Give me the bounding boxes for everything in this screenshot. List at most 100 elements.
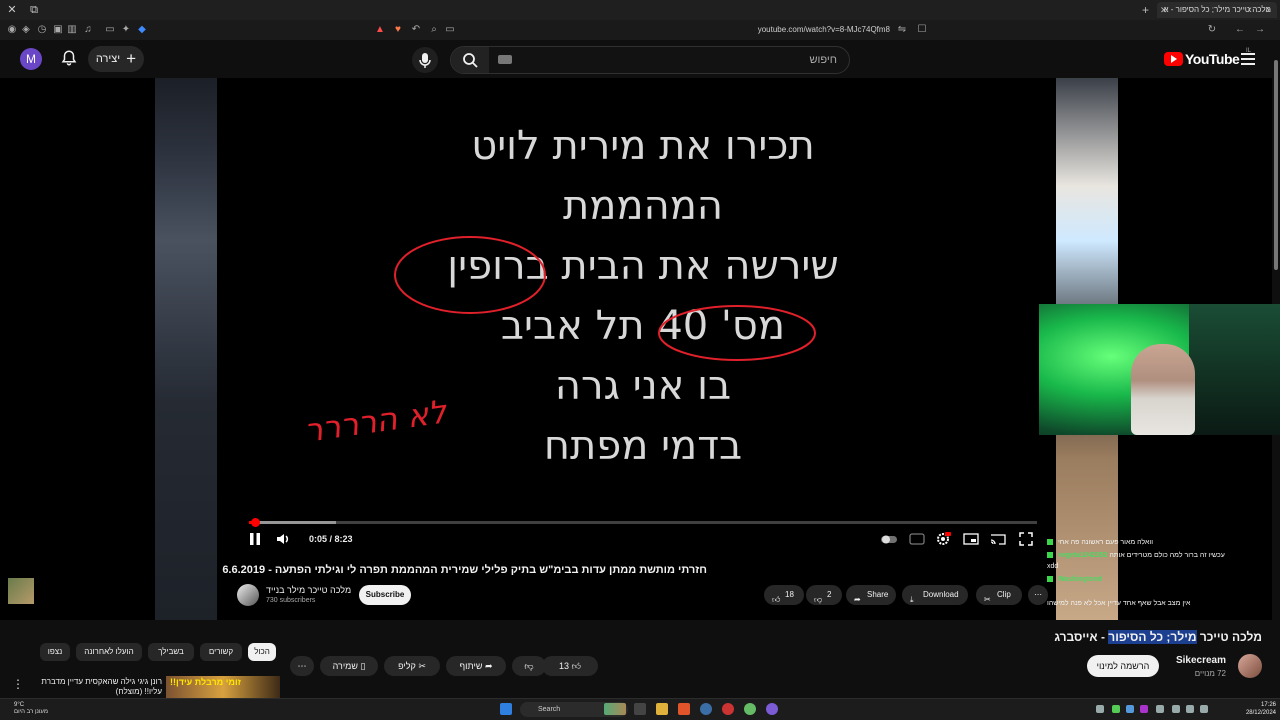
like-button[interactable]: 13 👍︎ bbox=[542, 656, 598, 676]
bookmark-icon: ▯ bbox=[360, 661, 366, 671]
notifications-bell-icon[interactable] bbox=[60, 49, 78, 67]
window-control-icon[interactable]: › bbox=[1260, 2, 1276, 18]
chip-recently-uploaded[interactable]: הועלו לאחרונה bbox=[76, 643, 142, 661]
shield-icon[interactable]: ◈ bbox=[20, 24, 32, 36]
chip-watched[interactable]: נצפו bbox=[40, 643, 70, 661]
language-icon[interactable] bbox=[1200, 705, 1208, 713]
extensions-icon[interactable]: ✦ bbox=[120, 24, 132, 36]
inner-channel-name[interactable]: מלכה טייכר מילר בנייד bbox=[266, 585, 351, 595]
share-button[interactable]: שיתוף ➦ bbox=[446, 656, 506, 676]
brave-browser-icon[interactable] bbox=[678, 703, 690, 715]
create-button[interactable]: יצירה + bbox=[88, 46, 144, 72]
inner-dislike-count: 2 bbox=[827, 590, 832, 599]
chip-for-you[interactable]: בשבילך bbox=[148, 643, 194, 661]
chip-related[interactable]: קשורים bbox=[200, 643, 242, 661]
recommendation-thumbnail[interactable]: זומי מרבלת עידן!! bbox=[166, 676, 280, 698]
app-icon[interactable] bbox=[744, 703, 756, 715]
captions-icon[interactable] bbox=[909, 531, 925, 547]
progress-scrubber[interactable] bbox=[250, 518, 260, 527]
save-button[interactable]: שמירה ▯ bbox=[320, 656, 378, 676]
scissors-icon: ✂ bbox=[984, 594, 991, 604]
inner-dislike-button[interactable]: 👎︎ 2 bbox=[806, 585, 842, 605]
warning-icon[interactable]: ▲ bbox=[374, 24, 386, 36]
panel-icon[interactable]: ▥ bbox=[66, 24, 78, 36]
fullscreen-icon[interactable] bbox=[1018, 531, 1034, 547]
url-text[interactable]: youtube.com/watch?v=8-MJc74Qfm8 bbox=[740, 23, 890, 37]
inner-download-button[interactable]: ⤓ Download bbox=[902, 585, 968, 605]
more-actions-button[interactable]: ⋯ bbox=[290, 656, 314, 676]
tray-app-icon[interactable] bbox=[1112, 705, 1120, 713]
new-tab-button[interactable]: + bbox=[1142, 2, 1149, 18]
recommendation-more-icon[interactable]: ⋮ bbox=[12, 678, 24, 690]
keyboard-icon[interactable] bbox=[498, 55, 512, 64]
weather-widget[interactable]: 9°C מעונן רב היום bbox=[14, 702, 48, 716]
chip-all[interactable]: הכול bbox=[248, 643, 276, 661]
search-icon[interactable]: ⌕ bbox=[428, 24, 440, 36]
tray-app-icon[interactable] bbox=[1140, 705, 1148, 713]
inner-share-button[interactable]: ➦ Share bbox=[846, 585, 896, 605]
streamer-webcam bbox=[1039, 304, 1280, 435]
close-window-icon[interactable]: ✕ bbox=[4, 2, 20, 18]
discord-icon[interactable] bbox=[766, 703, 778, 715]
autoplay-toggle[interactable] bbox=[881, 531, 897, 547]
volume-icon[interactable] bbox=[275, 531, 291, 547]
channel-avatar[interactable] bbox=[1238, 654, 1262, 678]
display-icon[interactable]: ▭ bbox=[444, 24, 456, 36]
screenshot-icon[interactable]: ▭ bbox=[104, 24, 116, 36]
history-icon[interactable]: ◷ bbox=[36, 24, 48, 36]
tab-active[interactable]: מלכה טייכר מילר; כל הסיפור - א bbox=[1157, 2, 1277, 18]
inner-clip-button[interactable]: ✂ Clip bbox=[976, 585, 1022, 605]
network-icon[interactable] bbox=[1172, 705, 1180, 713]
sidebar-icon[interactable]: ◉ bbox=[6, 24, 18, 36]
chat-badge-icon bbox=[1047, 576, 1053, 583]
tray-app-icon[interactable] bbox=[1126, 705, 1134, 713]
dislike-button[interactable]: 👎︎ bbox=[512, 656, 546, 676]
inner-channel-avatar[interactable] bbox=[237, 584, 259, 606]
back-icon[interactable]: ← bbox=[1234, 24, 1246, 36]
search-input[interactable]: חיפוש bbox=[450, 46, 850, 74]
taskbar-clock[interactable]: 17:26 28/12/2024 bbox=[1232, 701, 1276, 717]
tab-actions-icon[interactable]: ⧉ bbox=[26, 2, 42, 18]
tabs-icon[interactable]: ▣ bbox=[52, 24, 64, 36]
youtube-wordmark: YouTube bbox=[1185, 51, 1240, 67]
volume-tray-icon[interactable] bbox=[1186, 705, 1194, 713]
inner-subscribe-button[interactable]: Subscribe bbox=[359, 585, 411, 605]
search-button[interactable] bbox=[451, 47, 489, 73]
steam-icon[interactable] bbox=[700, 703, 712, 715]
clip-button[interactable]: קליפ ✂ bbox=[384, 656, 440, 676]
windows-start-icon[interactable] bbox=[500, 703, 512, 715]
undo-icon[interactable]: ↶ bbox=[410, 24, 422, 36]
inner-video-player[interactable]: תכירו את מירית לויט המהממת שירשה את הבית… bbox=[237, 100, 1049, 552]
inner-more-button[interactable]: ⋯ bbox=[1028, 585, 1048, 605]
windows-taskbar: 9°C מעונן רב היום Search 17:26 28/12/202… bbox=[0, 698, 1280, 720]
subscribe-button[interactable]: הרשמה למינוי bbox=[1087, 655, 1159, 677]
voice-search-mic-icon[interactable] bbox=[412, 47, 438, 73]
mini-thumbnail[interactable] bbox=[8, 578, 34, 604]
task-view-icon[interactable] bbox=[634, 703, 646, 715]
recommendation-title[interactable]: רונן גיגי גילה שהאקסית עדיין מדברת עליו!… bbox=[28, 677, 162, 697]
brave-icon[interactable]: ◆ bbox=[136, 24, 148, 36]
guide-menu-icon[interactable] bbox=[1241, 53, 1255, 65]
pause-icon[interactable] bbox=[247, 531, 263, 547]
app-icon[interactable] bbox=[722, 703, 734, 715]
tab-close-icon[interactable]: ✕ bbox=[1160, 2, 1170, 18]
account-avatar[interactable]: M bbox=[20, 48, 42, 70]
minimize-icon[interactable]: ‹ bbox=[1242, 2, 1258, 18]
search-highlight-icon[interactable] bbox=[604, 703, 626, 715]
cast-icon[interactable] bbox=[990, 531, 1006, 547]
inner-like-button[interactable]: 👍︎ 18 bbox=[764, 585, 804, 605]
channel-name[interactable]: Sikecream bbox=[1170, 655, 1226, 666]
scrollbar-thumb[interactable] bbox=[1274, 60, 1278, 270]
file-explorer-icon[interactable] bbox=[656, 703, 668, 715]
translate-icon[interactable]: ⇋ bbox=[896, 24, 908, 36]
forward-icon[interactable]: → bbox=[1254, 24, 1266, 36]
settings-gear-icon[interactable] bbox=[935, 531, 951, 547]
tray-chevron-icon[interactable] bbox=[1096, 705, 1104, 713]
progress-bar[interactable] bbox=[249, 518, 1037, 527]
bookmark-icon[interactable]: ☐ bbox=[916, 24, 928, 36]
reload-icon[interactable]: ↻ bbox=[1206, 24, 1218, 36]
music-icon[interactable]: ♫ bbox=[82, 24, 94, 36]
brave-shield-icon[interactable]: ♥ bbox=[392, 24, 404, 36]
tray-app-icon[interactable] bbox=[1156, 705, 1164, 713]
miniplayer-icon[interactable] bbox=[963, 531, 979, 547]
